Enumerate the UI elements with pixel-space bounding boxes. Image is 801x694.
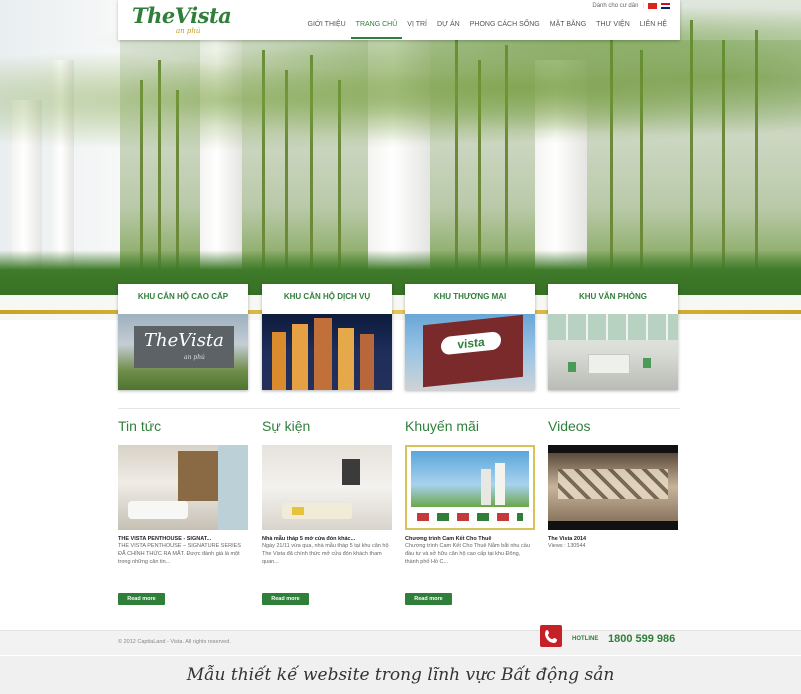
category-title: KHU CĂN HỘ CAO CẤP xyxy=(137,292,229,301)
tower xyxy=(272,332,286,390)
events-column: Sự kiện Nhà mẫu tháp 5 mở cửa đón khác..… xyxy=(262,418,392,566)
section-divider xyxy=(118,408,680,409)
read-more-button-promotions[interactable]: Read more xyxy=(405,593,452,605)
category-title: KHU CĂN HỘ DỊCH VỤ xyxy=(283,292,371,301)
vista-sign: TheVista an phú xyxy=(134,326,234,368)
video-thumbnail[interactable] xyxy=(548,445,678,530)
sponsor-logos xyxy=(417,513,523,521)
phone-icon xyxy=(540,625,562,647)
cushion xyxy=(292,507,304,515)
nav-item-1[interactable]: GIỚI THIỆU xyxy=(303,20,351,39)
tower xyxy=(314,318,332,390)
category-image xyxy=(548,314,678,390)
sign-subtext: an phú xyxy=(184,354,205,361)
news-column: Tin tức THE VISTA PENTHOUSE - SIGNAT... … xyxy=(118,418,248,566)
nav-item-4[interactable]: DỰ ÁN xyxy=(432,20,465,39)
video-frame xyxy=(548,453,678,521)
footer: © 2012 CaptiaLand - Vista. All rights re… xyxy=(0,625,801,655)
artwork xyxy=(342,459,360,485)
video-views: Views : 130544 xyxy=(548,543,586,550)
category-title: KHU VĂN PHÒNG xyxy=(578,292,647,301)
category-image: TheVista an phú xyxy=(118,314,248,390)
category-card-commercial[interactable]: KHU THƯƠNG MẠI vista xyxy=(405,284,535,390)
vn-flag-icon[interactable] xyxy=(648,3,657,9)
main-nav: GIỚI THIỆU TRANG CHỦ VỊ TRÍ DỰ ÁN PHONG CÁCH… xyxy=(303,20,672,39)
category-card-office[interactable]: KHU VĂN PHÒNG xyxy=(548,284,678,390)
hotline-number[interactable]: 1800 599 986 xyxy=(608,633,675,645)
tower xyxy=(360,334,374,390)
tower xyxy=(481,469,491,505)
read-more-button-events[interactable]: Read more xyxy=(262,593,309,605)
model-blocks xyxy=(558,469,668,499)
logo-subtitle: an phú xyxy=(176,27,201,35)
category-image: vista xyxy=(405,314,535,390)
tower xyxy=(495,463,505,505)
category-image xyxy=(262,314,392,390)
nav-item-2[interactable]: TRANG CHỦ xyxy=(350,20,403,39)
video-title[interactable]: The Vista 2014 xyxy=(548,536,678,543)
sofa xyxy=(128,501,188,519)
tower xyxy=(292,324,308,390)
category-card-luxury-apartments[interactable]: KHU CĂN HỘ CAO CẤP TheVista an phú xyxy=(118,284,248,390)
promotions-column: Khuyến mãi Chương trình Cam Kết Cho Thuê… xyxy=(405,418,535,566)
office-desk xyxy=(588,354,630,374)
building-sign: vista xyxy=(441,331,501,356)
promo-render xyxy=(411,451,529,507)
office-windows xyxy=(548,314,678,340)
nav-item-3[interactable]: VỊ TRÍ xyxy=(402,20,432,39)
article-excerpt: Ngày 21/11 vừa qua, nhà mẫu tháp 5 tại k… xyxy=(262,543,389,565)
category-card-service-apartments[interactable]: KHU CĂN HỘ DỊCH VỤ xyxy=(262,284,392,390)
nav-item-7[interactable]: THƯ VIỆN xyxy=(591,20,635,39)
image-caption: Mẫu thiết kế website trong lĩnh vực Bất … xyxy=(0,656,801,694)
events-image[interactable] xyxy=(262,445,392,530)
shelf xyxy=(178,451,218,501)
column-heading: Tin tức xyxy=(118,418,162,434)
office-chair xyxy=(643,358,651,368)
column-heading: Khuyến mãi xyxy=(405,418,479,434)
category-title: KHU THƯƠNG MẠI xyxy=(433,292,507,301)
office-chair xyxy=(568,362,576,372)
site-logo[interactable]: TheVista xyxy=(132,3,232,28)
uk-flag-icon[interactable] xyxy=(661,3,670,9)
column-heading: Sự kiện xyxy=(262,418,311,434)
videos-column: Videos The Vista 2014 Views : 130544 xyxy=(548,418,678,551)
nav-item-6[interactable]: MẶT BẰNG xyxy=(545,20,591,39)
hotline-label: HOTLINE xyxy=(572,636,599,642)
nav-item-8[interactable]: LIÊN HỆ xyxy=(635,20,672,39)
article-excerpt: Chương trình Cam Kết Cho Thuê Nằm bắt nh… xyxy=(405,543,530,565)
column-heading: Videos xyxy=(548,418,591,434)
building-facade: vista xyxy=(423,314,523,388)
resident-link[interactable]: Dành cho cư dân xyxy=(592,3,638,9)
sign-text: TheVista xyxy=(144,330,224,351)
top-navigation-bar: TheVista an phú Dành cho cư dân | GIỚI T… xyxy=(118,0,680,40)
promotions-image[interactable] xyxy=(405,445,535,530)
language-bar: Dành cho cư dân | xyxy=(592,3,670,9)
copyright-text: © 2012 CaptiaLand - Vista. All rights re… xyxy=(118,639,231,645)
news-image[interactable] xyxy=(118,445,248,530)
hero-banner xyxy=(0,0,801,320)
read-more-button-news[interactable]: Read more xyxy=(118,593,165,605)
tower xyxy=(338,328,354,390)
window xyxy=(218,445,248,530)
article-title[interactable]: THE VISTA PENTHOUSE - SIGNAT... xyxy=(118,536,248,543)
article-excerpt: THE VISTA PENTHOUSE – SIGNATURE SERIES Đ… xyxy=(118,543,241,565)
nav-item-5[interactable]: PHONG CÁCH SỐNG xyxy=(465,20,545,39)
